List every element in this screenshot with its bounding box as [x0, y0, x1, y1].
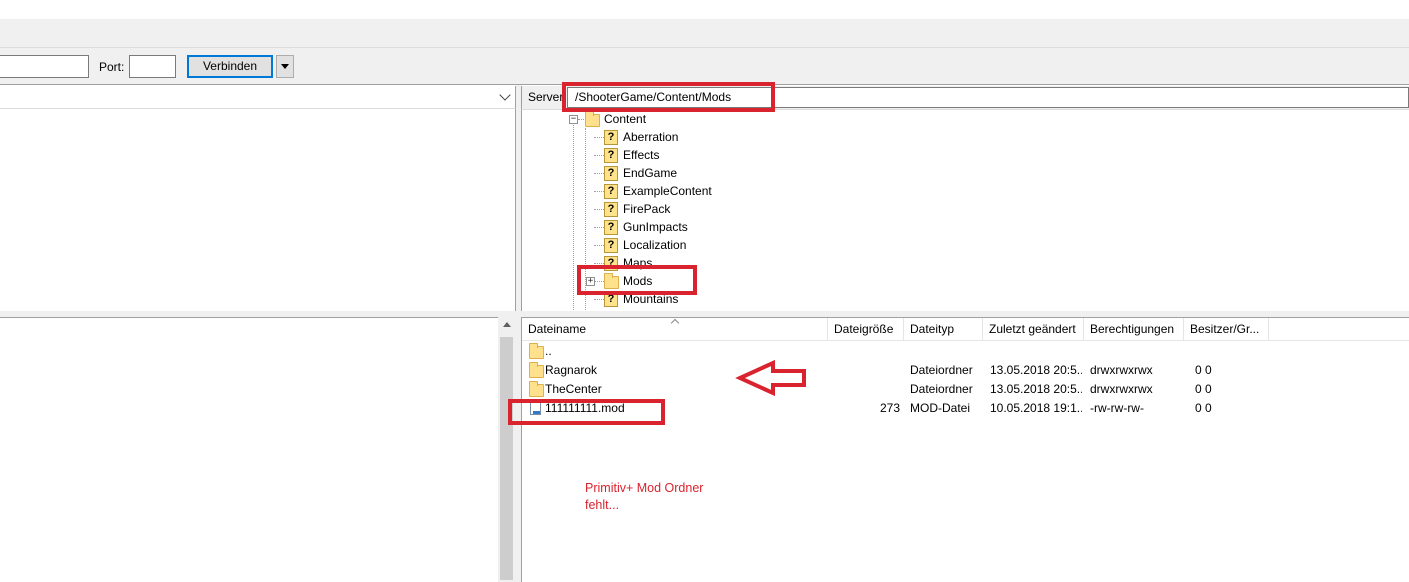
file-permissions [1090, 342, 1180, 361]
folder-icon [529, 343, 544, 359]
tree-item-label: Aberration [623, 130, 679, 144]
file-name: .. [545, 344, 552, 358]
remote-path-label: Server: [528, 90, 567, 104]
tree-item-label: GunImpacts [623, 220, 688, 234]
local-tree-panel[interactable] [0, 109, 516, 311]
annotation-arrow-icon [735, 360, 806, 396]
col-filesize[interactable]: Dateigröße [828, 318, 904, 341]
col-filename[interactable]: Dateiname [522, 318, 828, 341]
annotation-box-mods [577, 265, 697, 295]
tree-item-label: FirePack [623, 202, 671, 216]
local-file-list[interactable] [0, 317, 498, 582]
file-permissions: -rw-rw-rw- [1090, 401, 1144, 415]
col-modified[interactable]: Zuletzt geändert [983, 318, 1084, 341]
tree-item-label: EndGame [623, 166, 678, 180]
unknown-folder-icon: ? [604, 220, 618, 235]
file-owner: 0 0 [1195, 382, 1212, 396]
file-owner [1195, 342, 1265, 361]
port-field[interactable] [129, 55, 176, 78]
quickconnect-bar: Port: Verbinden [0, 48, 1409, 85]
unknown-folder-icon: ? [604, 166, 618, 181]
file-type: Dateiordner [910, 382, 973, 396]
tree-item[interactable]: ? Localization [522, 236, 1122, 254]
local-path-combo[interactable] [0, 86, 516, 109]
tree-item[interactable]: ? FirePack [522, 200, 1122, 218]
unknown-folder-icon: ? [604, 184, 618, 199]
annotation-note-line1: Primitiv+ Mod Ordner [585, 481, 704, 495]
chevron-down-icon [499, 89, 511, 101]
tree-item-label: Content [604, 112, 647, 126]
annotation-box-path [562, 82, 775, 112]
table-row[interactable]: TheCenter Dateiordner 13.05.2018 20:5... dr… [522, 380, 1409, 399]
collapse-icon[interactable]: − [569, 115, 578, 124]
file-type: MOD-Datei [910, 401, 971, 415]
file-owner: 0 0 [1195, 401, 1212, 415]
tree-item[interactable]: ? Effects [522, 146, 1122, 164]
port-label: Port: [99, 60, 125, 74]
scroll-up-icon [503, 322, 511, 327]
unknown-folder-icon: ? [604, 148, 618, 163]
tree-item[interactable]: − Content [522, 110, 1122, 128]
triangle-down-icon [281, 64, 289, 70]
annotation-note-line2: fehlt... [585, 498, 620, 512]
file-type [910, 342, 983, 361]
table-row[interactable]: .. [522, 342, 1409, 361]
file-owner: 0 0 [1195, 363, 1212, 377]
file-size [828, 342, 900, 361]
scroll-thumb[interactable] [500, 337, 513, 580]
remote-list-header: Dateiname Dateigröße Dateityp Zuletzt geänd… [522, 318, 1409, 341]
file-permissions: drwxrwxrwx [1090, 382, 1153, 396]
file-modified: 13.05.2018 20:5... [990, 363, 1082, 377]
col-filetype[interactable]: Dateityp [904, 318, 983, 341]
tree-item[interactable]: ? Aberration [522, 128, 1122, 146]
table-row[interactable]: Ragnarok Dateiordner 13.05.2018 20:5... drw… [522, 361, 1409, 380]
tree-item[interactable]: ? EndGame [522, 164, 1122, 182]
file-size: 273 [879, 401, 900, 415]
unknown-folder-icon: ? [604, 202, 618, 217]
remote-file-list[interactable]: Dateiname Dateigröße Dateityp Zuletzt geänd… [521, 317, 1409, 582]
file-size [828, 380, 900, 399]
file-modified: 10.05.2018 19:1... [990, 401, 1082, 415]
password-field[interactable] [0, 55, 89, 78]
col-owner[interactable]: Besitzer/Gr... [1184, 318, 1269, 341]
unknown-folder-icon: ? [604, 130, 618, 145]
local-scrollbar[interactable] [498, 317, 516, 582]
folder-icon [585, 111, 600, 127]
file-modified: 13.05.2018 20:5... [990, 382, 1082, 396]
annotation-note: Primitiv+ Mod Ordner fehlt... [585, 480, 703, 514]
tree-item-label: Effects [623, 148, 660, 162]
folder-icon [529, 362, 544, 378]
tree-item-label: ExampleContent [623, 184, 712, 198]
col-permissions[interactable]: Berechtigungen [1084, 318, 1184, 341]
connect-button[interactable]: Verbinden [187, 55, 273, 78]
tree-item-label: Localization [623, 238, 687, 252]
file-type: Dateiordner [910, 363, 973, 377]
unknown-folder-icon: ? [604, 238, 618, 253]
tree-item[interactable]: ? ExampleContent [522, 182, 1122, 200]
folder-icon [529, 381, 544, 397]
connect-dropdown-button[interactable] [276, 55, 294, 78]
file-size [828, 361, 900, 380]
file-modified [990, 342, 1082, 361]
annotation-box-modfile [508, 399, 665, 425]
tree-item[interactable]: ? GunImpacts [522, 218, 1122, 236]
file-permissions: drwxrwxrwx [1090, 363, 1153, 377]
toolbar [0, 19, 1409, 48]
